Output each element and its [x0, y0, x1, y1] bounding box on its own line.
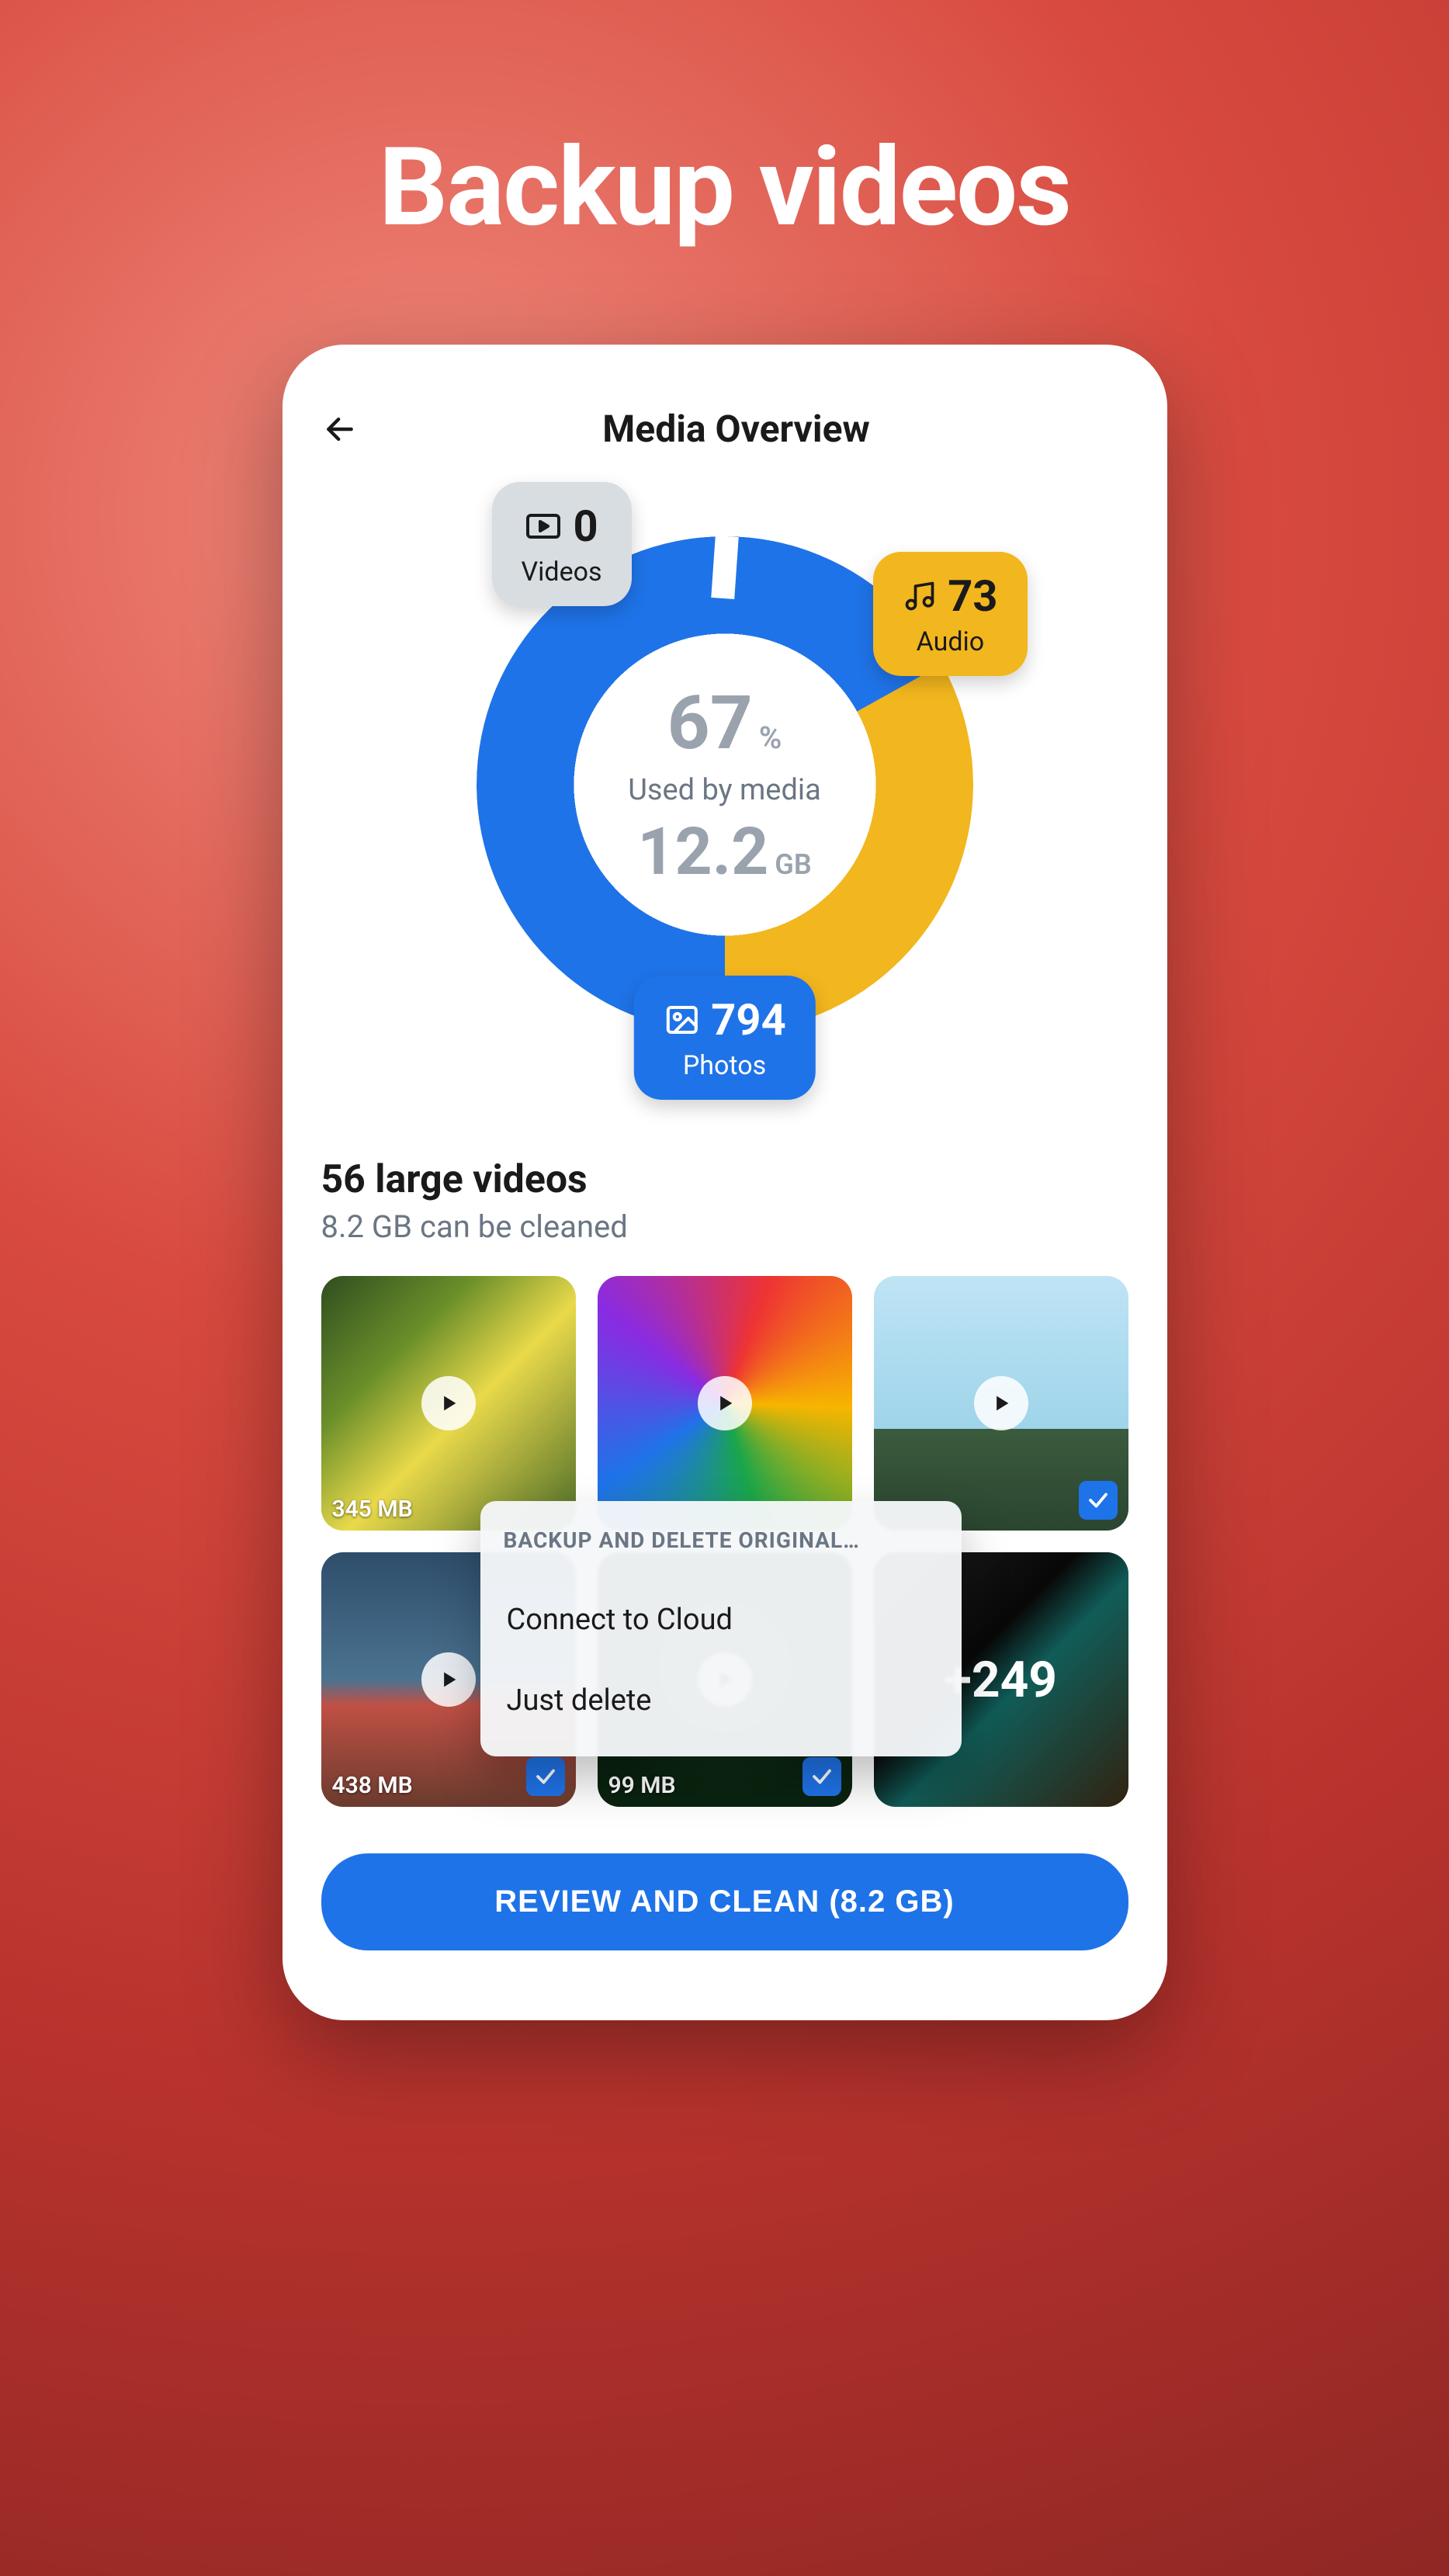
photo-icon — [663, 1001, 700, 1038]
context-menu: BACKUP AND DELETE ORIGINAL… Connect to C… — [480, 1501, 962, 1756]
play-icon — [698, 1376, 752, 1430]
thumb-size: 438 MB — [321, 1764, 424, 1807]
badge-audio-label: Audio — [917, 626, 985, 657]
menu-item-connect-cloud[interactable]: Connect to Cloud — [504, 1579, 938, 1660]
badge-audio[interactable]: 73 Audio — [873, 552, 1027, 676]
badge-videos-label: Videos — [522, 556, 602, 588]
thumb-size: 99 MB — [598, 1764, 687, 1807]
phone-frame: Media Overview 67 % Used by media 12.2 G… — [283, 345, 1167, 2020]
play-icon — [421, 1376, 476, 1430]
music-note-icon — [903, 579, 937, 613]
promo-title: Backup videos — [379, 124, 1070, 251]
badge-photos-count: 794 — [711, 994, 785, 1045]
donut-percent-value: 67 — [667, 680, 753, 767]
badge-videos-count: 0 — [573, 501, 598, 552]
badge-photos[interactable]: 794 Photos — [633, 976, 815, 1100]
donut-percent-symbol: % — [759, 719, 782, 756]
app-header: Media Overview — [321, 407, 1128, 451]
play-icon — [421, 1652, 476, 1707]
page-title: Media Overview — [345, 407, 1128, 451]
checkbox-checked[interactable] — [1079, 1481, 1118, 1520]
section-title: 56 large videos — [321, 1157, 1128, 1202]
review-and-clean-button[interactable]: REVIEW AND CLEAN (8.2 GB) — [321, 1853, 1128, 1950]
context-menu-title: BACKUP AND DELETE ORIGINAL… — [504, 1527, 938, 1553]
checkbox-checked[interactable] — [526, 1757, 565, 1796]
badge-videos[interactable]: 0 Videos — [492, 482, 632, 606]
thumb-size: 345 MB — [321, 1488, 424, 1531]
section-subtitle: 8.2 GB can be cleaned — [321, 1208, 1128, 1245]
media-donut-chart: 67 % Used by media 12.2 GB 0 Videos 73 A… — [445, 505, 1004, 1064]
play-icon — [974, 1376, 1028, 1430]
menu-item-just-delete[interactable]: Just delete — [504, 1660, 938, 1741]
donut-size-value: 12.2 — [637, 813, 768, 890]
video-thumb[interactable] — [874, 1276, 1128, 1531]
badge-photos-label: Photos — [683, 1050, 766, 1081]
video-thumb[interactable] — [598, 1276, 852, 1531]
video-icon — [525, 508, 562, 545]
video-thumb[interactable]: 345 MB — [321, 1276, 576, 1531]
donut-size: 12.2 GB — [637, 813, 811, 890]
donut-size-unit: GB — [775, 848, 811, 881]
donut-label: Used by media — [628, 773, 821, 807]
donut-percent: 67 % — [667, 680, 782, 767]
checkbox-checked[interactable] — [802, 1757, 841, 1796]
badge-audio-count: 73 — [948, 570, 997, 622]
